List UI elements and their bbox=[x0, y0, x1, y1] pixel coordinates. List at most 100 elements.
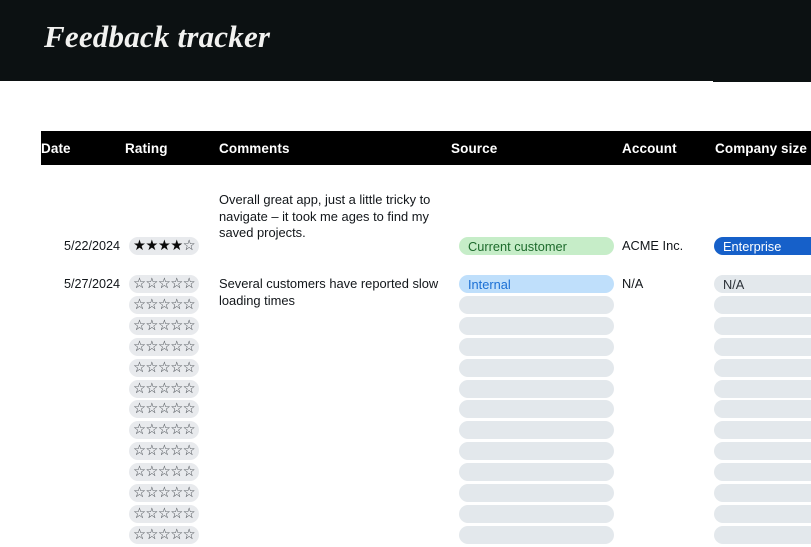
star-filled-icon[interactable]: ★ bbox=[145, 237, 158, 255]
star-empty-icon[interactable]: ☆ bbox=[183, 380, 196, 398]
star-empty-icon[interactable]: ☆ bbox=[133, 463, 146, 481]
cell-source[interactable]: Internal bbox=[459, 275, 614, 293]
cell-comments[interactable]: Overall great app, just a little tricky … bbox=[219, 192, 447, 242]
cell-company-size[interactable] bbox=[714, 525, 811, 544]
table-row[interactable]: ☆ ☆ ☆ ☆ ☆ bbox=[41, 316, 811, 338]
star-empty-icon[interactable]: ☆ bbox=[183, 400, 196, 418]
cell-company-size[interactable] bbox=[714, 504, 811, 523]
table-row[interactable]: ☆ ☆ ☆ ☆ ☆ bbox=[41, 525, 811, 547]
rating-stars[interactable]: ☆ ☆ ☆ ☆ ☆ bbox=[129, 463, 200, 482]
cell-source[interactable] bbox=[459, 379, 614, 398]
star-empty-icon[interactable]: ☆ bbox=[170, 275, 183, 293]
star-empty-icon[interactable]: ☆ bbox=[170, 463, 183, 481]
star-filled-icon[interactable]: ★ bbox=[158, 237, 171, 255]
star-empty-icon[interactable]: ☆ bbox=[183, 442, 196, 460]
table-row[interactable]: ☆ ☆ ☆ ☆ ☆ bbox=[41, 504, 811, 526]
cell-company-size[interactable] bbox=[714, 358, 811, 377]
star-empty-icon[interactable]: ☆ bbox=[183, 296, 196, 314]
table-row[interactable]: ☆ ☆ ☆ ☆ ☆ bbox=[41, 463, 811, 484]
star-empty-icon[interactable]: ☆ bbox=[158, 338, 171, 356]
cell-source[interactable] bbox=[459, 337, 614, 356]
star-empty-icon[interactable]: ☆ bbox=[183, 421, 196, 439]
cell-source[interactable] bbox=[459, 400, 614, 419]
table-row[interactable]: ☆ ☆ ☆ ☆ ☆ bbox=[41, 484, 811, 505]
column-header-source[interactable]: Source bbox=[451, 141, 497, 156]
star-empty-icon[interactable]: ☆ bbox=[145, 359, 158, 377]
table-row[interactable]: ☆ ☆ ☆ ☆ ☆ bbox=[41, 400, 811, 421]
star-empty-icon[interactable]: ☆ bbox=[158, 463, 171, 481]
star-empty-icon[interactable]: ☆ bbox=[158, 400, 171, 418]
star-filled-icon[interactable]: ★ bbox=[133, 237, 146, 255]
star-empty-icon[interactable]: ☆ bbox=[133, 275, 146, 293]
star-empty-icon[interactable]: ☆ bbox=[145, 275, 158, 293]
cell-source[interactable]: Current customer bbox=[459, 237, 614, 255]
star-empty-icon[interactable]: ☆ bbox=[145, 484, 158, 502]
star-empty-icon[interactable]: ☆ bbox=[170, 317, 183, 335]
star-empty-icon[interactable]: ☆ bbox=[158, 380, 171, 398]
star-empty-icon[interactable]: ☆ bbox=[170, 338, 183, 356]
cell-company-size[interactable] bbox=[714, 442, 811, 461]
cell-company-size[interactable] bbox=[714, 379, 811, 398]
cell-source[interactable] bbox=[459, 295, 614, 314]
star-empty-icon[interactable]: ☆ bbox=[158, 442, 171, 460]
star-empty-icon[interactable]: ☆ bbox=[183, 484, 196, 502]
cell-company-size[interactable] bbox=[714, 484, 811, 502]
table-row[interactable]: ☆ ☆ ☆ ☆ ☆ bbox=[41, 442, 811, 463]
star-empty-icon[interactable]: ☆ bbox=[170, 296, 183, 314]
star-empty-icon[interactable]: ☆ bbox=[158, 484, 171, 502]
table-row[interactable]: 5/27/2024 ☆ ☆ ☆ ☆ ☆ Several customers have rep… bbox=[41, 275, 811, 308]
star-empty-icon[interactable]: ☆ bbox=[145, 400, 158, 418]
star-empty-icon[interactable]: ☆ bbox=[158, 359, 171, 377]
star-empty-icon[interactable]: ☆ bbox=[133, 505, 146, 523]
rating-stars[interactable]: ☆ ☆ ☆ ☆ ☆ bbox=[129, 484, 200, 502]
rating-stars[interactable]: ☆ ☆ ☆ ☆ ☆ bbox=[129, 421, 200, 440]
rating-stars[interactable]: ☆ ☆ ☆ ☆ ☆ bbox=[129, 504, 200, 523]
star-empty-icon[interactable]: ☆ bbox=[170, 526, 183, 544]
star-empty-icon[interactable]: ☆ bbox=[158, 317, 171, 335]
cell-company-size[interactable]: Enterprise bbox=[714, 237, 811, 255]
cell-source[interactable] bbox=[459, 463, 614, 482]
cell-date[interactable]: 5/27/2024 bbox=[41, 277, 120, 291]
rating-stars[interactable]: ☆ ☆ ☆ ☆ ☆ bbox=[129, 337, 200, 356]
rating-stars[interactable]: ☆ ☆ ☆ ☆ ☆ bbox=[129, 316, 200, 335]
column-header-account[interactable]: Account bbox=[622, 141, 677, 156]
star-empty-icon[interactable]: ☆ bbox=[133, 338, 146, 356]
star-empty-icon[interactable]: ☆ bbox=[133, 296, 146, 314]
star-empty-icon[interactable]: ☆ bbox=[145, 380, 158, 398]
cell-company-size[interactable]: N/A bbox=[714, 275, 811, 293]
star-empty-icon[interactable]: ☆ bbox=[183, 359, 196, 377]
cell-source[interactable] bbox=[459, 525, 614, 544]
rating-stars[interactable]: ☆ ☆ ☆ ☆ ☆ bbox=[129, 358, 200, 377]
cell-source[interactable] bbox=[459, 484, 614, 502]
star-empty-icon[interactable]: ☆ bbox=[145, 317, 158, 335]
star-empty-icon[interactable]: ☆ bbox=[158, 275, 171, 293]
star-empty-icon[interactable]: ☆ bbox=[170, 421, 183, 439]
rating-stars[interactable]: ☆ ☆ ☆ ☆ ☆ bbox=[129, 275, 200, 293]
cell-date[interactable]: 5/22/2024 bbox=[41, 239, 120, 253]
rating-stars[interactable]: ☆ ☆ ☆ ☆ ☆ bbox=[129, 442, 200, 461]
table-row[interactable]: ☆ ☆ ☆ ☆ ☆ bbox=[41, 358, 811, 380]
star-empty-icon[interactable]: ☆ bbox=[145, 421, 158, 439]
table-row[interactable]: ☆ ☆ ☆ ☆ ☆ bbox=[41, 379, 811, 401]
cell-company-size[interactable] bbox=[714, 337, 811, 356]
star-empty-icon[interactable]: ☆ bbox=[183, 275, 196, 293]
rating-stars[interactable]: ☆ ☆ ☆ ☆ ☆ bbox=[129, 525, 200, 544]
cell-company-size[interactable] bbox=[714, 400, 811, 419]
star-empty-icon[interactable]: ☆ bbox=[145, 505, 158, 523]
star-empty-icon[interactable]: ☆ bbox=[133, 484, 146, 502]
cell-source[interactable] bbox=[459, 504, 614, 523]
cell-source[interactable] bbox=[459, 421, 614, 440]
cell-source[interactable] bbox=[459, 442, 614, 461]
table-row[interactable]: ☆ ☆ ☆ ☆ ☆ bbox=[41, 337, 811, 359]
star-empty-icon[interactable]: ☆ bbox=[183, 505, 196, 523]
star-empty-icon[interactable]: ☆ bbox=[183, 463, 196, 481]
star-empty-icon[interactable]: ☆ bbox=[170, 505, 183, 523]
star-empty-icon[interactable]: ☆ bbox=[133, 400, 146, 418]
star-empty-icon[interactable]: ☆ bbox=[158, 421, 171, 439]
star-empty-icon[interactable]: ☆ bbox=[133, 421, 146, 439]
star-empty-icon[interactable]: ☆ bbox=[170, 484, 183, 502]
star-empty-icon[interactable]: ☆ bbox=[145, 338, 158, 356]
star-empty-icon[interactable]: ☆ bbox=[170, 380, 183, 398]
star-empty-icon[interactable]: ☆ bbox=[133, 380, 146, 398]
column-header-rating[interactable]: Rating bbox=[125, 141, 168, 156]
